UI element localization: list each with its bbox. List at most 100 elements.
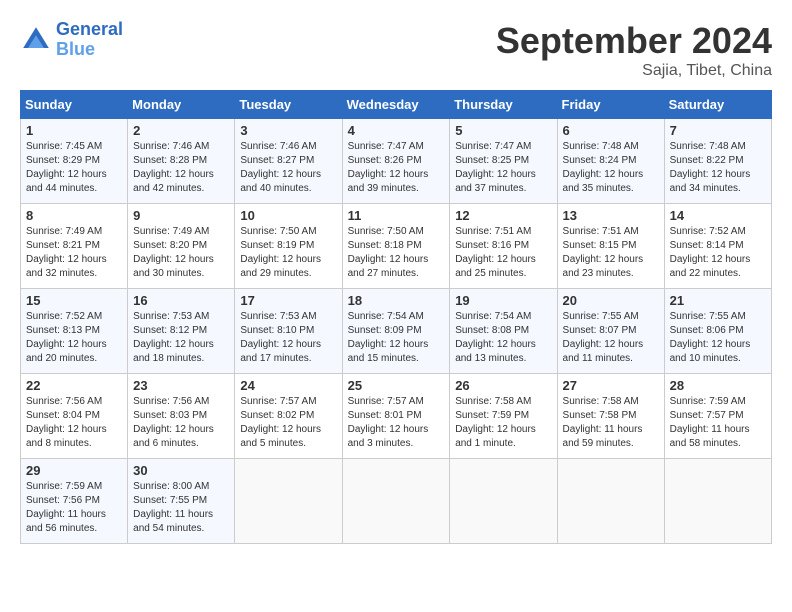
day-info: Sunrise: 7:55 AM Sunset: 8:06 PM Dayligh… [670,310,766,366]
day-header-wednesday: Wednesday [342,91,450,119]
calendar-cell: 23 Sunrise: 7:56 AM Sunset: 8:03 PM Dayli… [128,374,235,459]
location: Sajia, Tibet, China [496,62,772,80]
day-info: Sunrise: 7:55 AM Sunset: 8:07 PM Dayligh… [563,310,659,366]
calendar-cell: 18 Sunrise: 7:54 AM Sunset: 8:09 PM Dayli… [342,289,450,374]
day-info: Sunrise: 7:56 AM Sunset: 8:03 PM Dayligh… [133,395,229,451]
day-info: Sunrise: 7:50 AM Sunset: 8:18 PM Dayligh… [348,225,445,281]
calendar-cell: 10 Sunrise: 7:50 AM Sunset: 8:19 PM Dayli… [235,204,342,289]
logo: General Blue [20,20,123,60]
day-info: Sunrise: 7:50 AM Sunset: 8:19 PM Dayligh… [240,225,336,281]
calendar-cell: 15Sunrise: 7:52 AM Sunset: 8:13 PM Dayli… [21,289,128,374]
calendar-cell: 21 Sunrise: 7:55 AM Sunset: 8:06 PM Dayli… [664,289,771,374]
day-header-thursday: Thursday [450,91,557,119]
day-number: 9 [133,208,229,223]
week-row-3: 15Sunrise: 7:52 AM Sunset: 8:13 PM Dayli… [21,289,772,374]
day-number: 3 [240,123,336,138]
day-info: Sunrise: 7:49 AM Sunset: 8:21 PM Dayligh… [26,225,122,281]
day-info: Sunrise: 7:48 AM Sunset: 8:24 PM Dayligh… [563,140,659,196]
day-info: Sunrise: 7:46 AM Sunset: 8:27 PM Dayligh… [240,140,336,196]
day-header-friday: Friday [557,91,664,119]
day-info: Sunrise: 8:00 AM Sunset: 7:55 PM Dayligh… [133,480,229,536]
day-info: Sunrise: 7:48 AM Sunset: 8:22 PM Dayligh… [670,140,766,196]
day-info: Sunrise: 7:57 AM Sunset: 8:02 PM Dayligh… [240,395,336,451]
day-number: 11 [348,208,445,223]
day-number: 29 [26,463,122,478]
day-info: Sunrise: 7:54 AM Sunset: 8:08 PM Dayligh… [455,310,551,366]
day-number: 1 [26,123,122,138]
day-number: 18 [348,293,445,308]
day-number: 30 [133,463,229,478]
day-info: Sunrise: 7:52 AM Sunset: 8:14 PM Dayligh… [670,225,766,281]
day-info: Sunrise: 7:54 AM Sunset: 8:09 PM Dayligh… [348,310,445,366]
calendar-cell: 16 Sunrise: 7:53 AM Sunset: 8:12 PM Dayli… [128,289,235,374]
calendar-cell: 17Sunrise: 7:53 AM Sunset: 8:10 PM Dayli… [235,289,342,374]
day-number: 16 [133,293,229,308]
day-number: 15 [26,293,122,308]
day-number: 6 [563,123,659,138]
day-info: Sunrise: 7:47 AM Sunset: 8:25 PM Dayligh… [455,140,551,196]
day-info: Sunrise: 7:58 AM Sunset: 7:58 PM Dayligh… [563,395,659,451]
title-area: September 2024 Sajia, Tibet, China [496,20,772,80]
day-number: 4 [348,123,445,138]
day-info: Sunrise: 7:46 AM Sunset: 8:28 PM Dayligh… [133,140,229,196]
month-title: September 2024 [496,20,772,62]
day-info: Sunrise: 7:49 AM Sunset: 8:20 PM Dayligh… [133,225,229,281]
calendar-cell: 22 Sunrise: 7:56 AM Sunset: 8:04 PM Dayli… [21,374,128,459]
day-number: 27 [563,378,659,393]
day-number: 26 [455,378,551,393]
logo-text: General Blue [56,20,123,60]
day-info: Sunrise: 7:53 AM Sunset: 8:12 PM Dayligh… [133,310,229,366]
calendar-cell: 24Sunrise: 7:57 AM Sunset: 8:02 PM Dayli… [235,374,342,459]
calendar-cell: 13 Sunrise: 7:51 AM Sunset: 8:15 PM Dayli… [557,204,664,289]
calendar-cell: 26 Sunrise: 7:58 AM Sunset: 7:59 PM Dayli… [450,374,557,459]
calendar-cell [557,459,664,544]
calendar-cell [664,459,771,544]
calendar-cell: 29 Sunrise: 7:59 AM Sunset: 7:56 PM Dayli… [21,459,128,544]
calendar-cell: 5Sunrise: 7:47 AM Sunset: 8:25 PM Daylig… [450,119,557,204]
day-number: 22 [26,378,122,393]
day-info: Sunrise: 7:51 AM Sunset: 8:15 PM Dayligh… [563,225,659,281]
day-number: 17 [240,293,336,308]
calendar-cell: 6 Sunrise: 7:48 AM Sunset: 8:24 PM Daylig… [557,119,664,204]
calendar-cell: 20 Sunrise: 7:55 AM Sunset: 8:07 PM Dayli… [557,289,664,374]
day-number: 14 [670,208,766,223]
day-info: Sunrise: 7:51 AM Sunset: 8:16 PM Dayligh… [455,225,551,281]
day-header-monday: Monday [128,91,235,119]
calendar-table: SundayMondayTuesdayWednesdayThursdayFrid… [20,90,772,544]
calendar-cell: 14 Sunrise: 7:52 AM Sunset: 8:14 PM Dayli… [664,204,771,289]
week-row-2: 8 Sunrise: 7:49 AM Sunset: 8:21 PM Daylig… [21,204,772,289]
day-info: Sunrise: 7:59 AM Sunset: 7:57 PM Dayligh… [670,395,766,451]
calendar-cell: 27 Sunrise: 7:58 AM Sunset: 7:58 PM Dayli… [557,374,664,459]
day-number: 20 [563,293,659,308]
day-headers-row: SundayMondayTuesdayWednesdayThursdayFrid… [21,91,772,119]
week-row-4: 22 Sunrise: 7:56 AM Sunset: 8:04 PM Dayli… [21,374,772,459]
day-number: 19 [455,293,551,308]
calendar-cell: 8 Sunrise: 7:49 AM Sunset: 8:21 PM Daylig… [21,204,128,289]
day-info: Sunrise: 7:47 AM Sunset: 8:26 PM Dayligh… [348,140,445,196]
day-number: 13 [563,208,659,223]
day-info: Sunrise: 7:57 AM Sunset: 8:01 PM Dayligh… [348,395,445,451]
day-number: 10 [240,208,336,223]
day-number: 21 [670,293,766,308]
day-number: 23 [133,378,229,393]
calendar-cell: 3 Sunrise: 7:46 AM Sunset: 8:27 PM Daylig… [235,119,342,204]
day-header-saturday: Saturday [664,91,771,119]
day-number: 12 [455,208,551,223]
week-row-5: 29 Sunrise: 7:59 AM Sunset: 7:56 PM Dayli… [21,459,772,544]
calendar-cell: 2Sunrise: 7:46 AM Sunset: 8:28 PM Daylig… [128,119,235,204]
calendar-cell: 1Sunrise: 7:45 AM Sunset: 8:29 PM Daylig… [21,119,128,204]
day-info: Sunrise: 7:58 AM Sunset: 7:59 PM Dayligh… [455,395,551,451]
week-row-1: 1Sunrise: 7:45 AM Sunset: 8:29 PM Daylig… [21,119,772,204]
day-number: 25 [348,378,445,393]
day-header-tuesday: Tuesday [235,91,342,119]
day-info: Sunrise: 7:59 AM Sunset: 7:56 PM Dayligh… [26,480,122,536]
calendar-cell: 12 Sunrise: 7:51 AM Sunset: 8:16 PM Dayli… [450,204,557,289]
calendar-cell [342,459,450,544]
day-number: 28 [670,378,766,393]
day-number: 8 [26,208,122,223]
calendar-cell: 30 Sunrise: 8:00 AM Sunset: 7:55 PM Dayli… [128,459,235,544]
day-info: Sunrise: 7:56 AM Sunset: 8:04 PM Dayligh… [26,395,122,451]
calendar-cell: 25 Sunrise: 7:57 AM Sunset: 8:01 PM Dayli… [342,374,450,459]
calendar-cell [450,459,557,544]
day-header-sunday: Sunday [21,91,128,119]
